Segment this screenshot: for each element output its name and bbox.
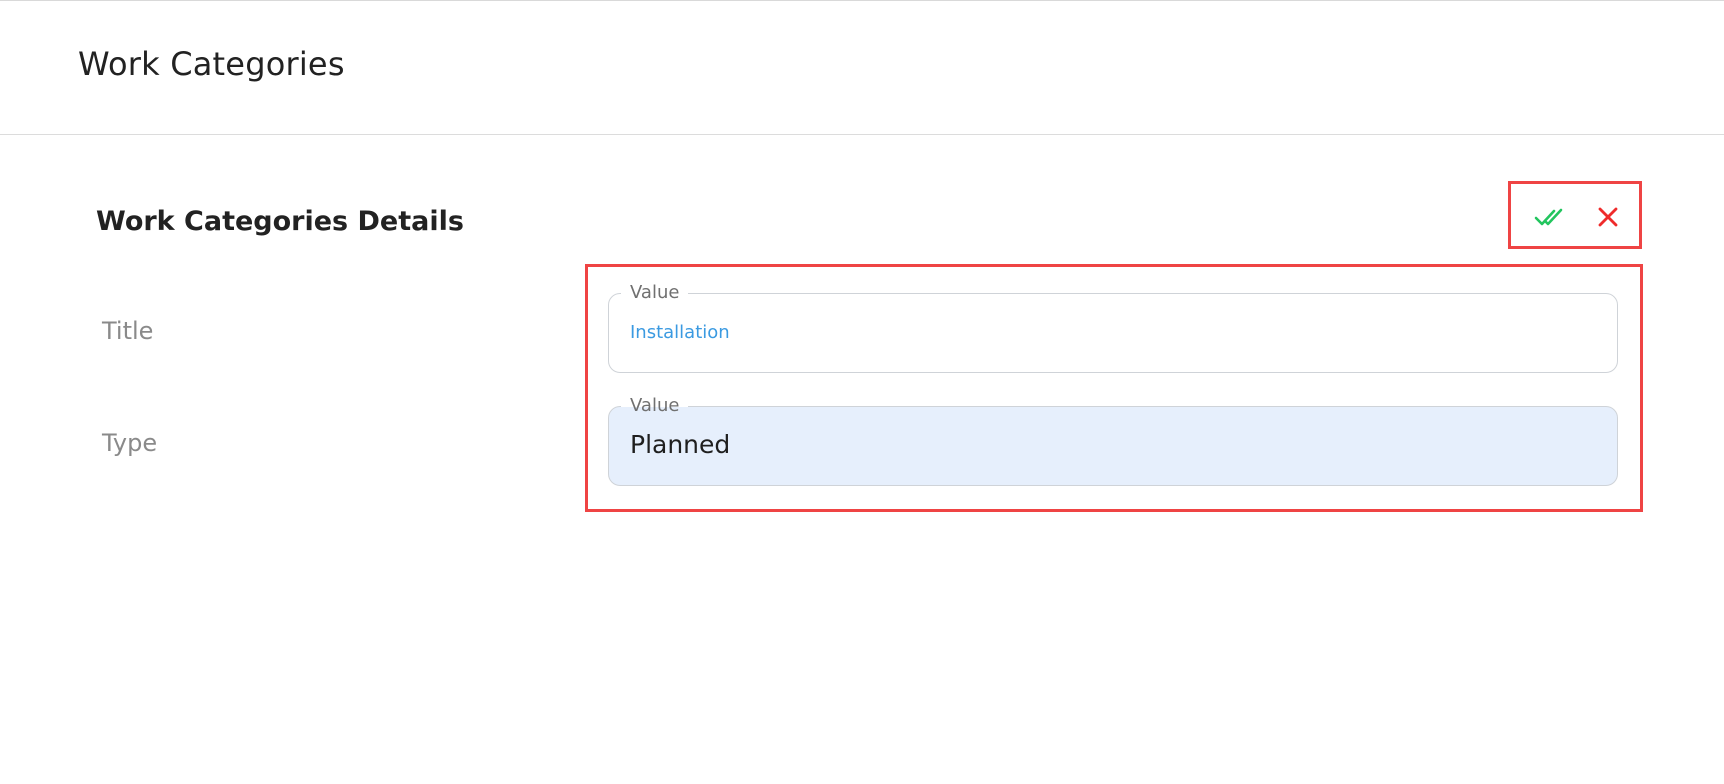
cancel-button[interactable] <box>1590 202 1626 232</box>
title-label: Title <box>102 317 154 345</box>
close-icon <box>1598 207 1618 227</box>
type-select-legend: Value <box>621 395 689 417</box>
title-input-value: Installation <box>630 322 730 343</box>
section-title: Work Categories Details <box>96 206 464 237</box>
confirm-button[interactable] <box>1533 202 1569 232</box>
title-input-legend: Value <box>621 282 689 304</box>
double-check-icon <box>1534 208 1563 226</box>
type-select[interactable]: Value Planned <box>608 395 1618 486</box>
page-header: Work Categories <box>0 1 1724 135</box>
title-input[interactable]: Value Installation <box>608 282 1618 373</box>
type-select-value: Planned <box>630 430 731 459</box>
page-title: Work Categories <box>78 45 345 83</box>
action-buttons-group <box>1508 181 1642 249</box>
type-label: Type <box>102 429 158 457</box>
